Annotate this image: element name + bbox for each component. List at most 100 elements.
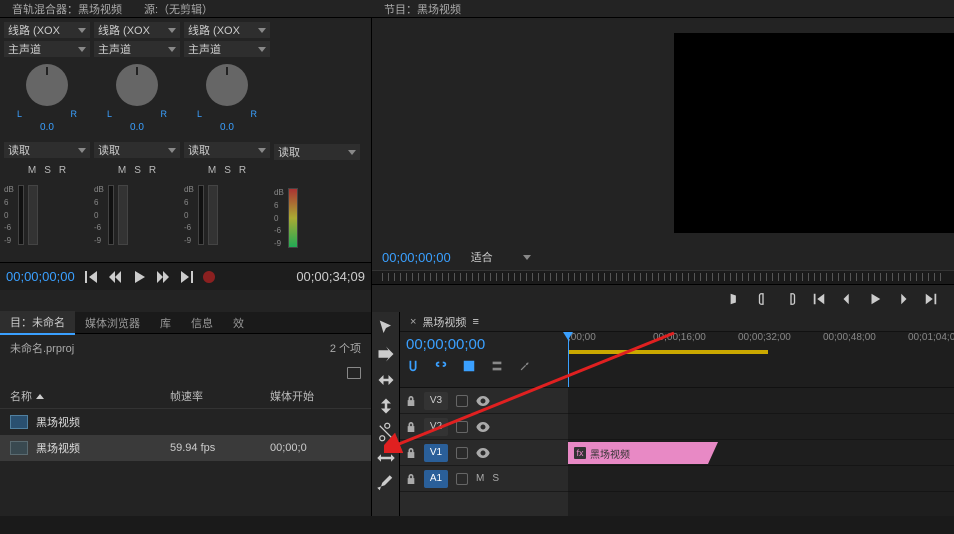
- mark-clip-button[interactable]: [784, 292, 798, 306]
- track-v1-lane[interactable]: fx 黑场视频: [568, 440, 954, 466]
- rate-stretch-tool[interactable]: [376, 396, 396, 416]
- pan-knob-3[interactable]: [206, 64, 248, 106]
- timeline-tab-menu-icon[interactable]: ≡: [472, 316, 478, 328]
- record-button-3[interactable]: R: [239, 165, 246, 176]
- column-start[interactable]: 媒体开始: [270, 388, 361, 404]
- snap-button[interactable]: [406, 359, 420, 376]
- pen-tool[interactable]: [376, 474, 396, 494]
- mute-toggle[interactable]: M: [476, 473, 484, 484]
- pan-value-2[interactable]: 0.0: [130, 122, 144, 133]
- pan-value-3[interactable]: 0.0: [220, 122, 234, 133]
- track-label-a1[interactable]: A1: [424, 470, 448, 488]
- automation-select-3[interactable]: 读取: [184, 142, 270, 158]
- program-timecode[interactable]: 00;00;00;00: [382, 250, 451, 265]
- mute-button-2[interactable]: M: [118, 165, 126, 176]
- track-label-v3[interactable]: V3: [424, 392, 448, 410]
- play-button[interactable]: [131, 269, 147, 285]
- project-row[interactable]: 黑场视频 59.94 fps 00;00;0: [0, 435, 371, 461]
- mark-in-button[interactable]: [728, 292, 742, 306]
- route-select-1[interactable]: 线路 (XOX: [4, 22, 90, 38]
- lock-icon[interactable]: [406, 395, 416, 407]
- timeline-ruler[interactable]: ;00;0000;00;16;0000;00;32;0000;00;48;000…: [568, 332, 954, 387]
- solo-button-1[interactable]: S: [44, 165, 51, 176]
- timeline-tab[interactable]: 黑场视频: [422, 314, 466, 330]
- solo-button-2[interactable]: S: [134, 165, 141, 176]
- lock-icon[interactable]: [406, 473, 416, 485]
- zoom-select[interactable]: 适合: [463, 247, 539, 267]
- tab-media-browser[interactable]: 媒体浏览器: [75, 312, 150, 334]
- timeline-settings-button[interactable]: [490, 359, 504, 376]
- solo-toggle[interactable]: S: [492, 473, 499, 484]
- lock-icon[interactable]: [406, 421, 416, 433]
- ripple-edit-tool[interactable]: [376, 370, 396, 390]
- eye-icon[interactable]: [476, 396, 490, 406]
- go-to-in-button[interactable]: [83, 269, 99, 285]
- record-button-1[interactable]: R: [59, 165, 66, 176]
- slip-tool[interactable]: [376, 448, 396, 468]
- track-toggle[interactable]: [456, 447, 468, 459]
- go-to-in-button[interactable]: [812, 292, 826, 306]
- record-button-2[interactable]: R: [149, 165, 156, 176]
- step-back-button[interactable]: [107, 269, 123, 285]
- loop-play-button[interactable]: [155, 269, 171, 285]
- automation-select-master[interactable]: 读取: [274, 144, 360, 160]
- tab-project[interactable]: 目：未命名: [0, 311, 75, 335]
- channel-select-1[interactable]: 主声道: [4, 41, 90, 57]
- razor-tool[interactable]: [376, 422, 396, 442]
- tab-source[interactable]: 源:（无剪辑）: [138, 0, 219, 19]
- tab-libraries[interactable]: 库: [150, 312, 181, 334]
- tab-program[interactable]: 节目：黑场视频: [378, 0, 467, 19]
- linked-selection-button[interactable]: [434, 359, 448, 376]
- track-header-v3[interactable]: V3: [400, 388, 568, 414]
- track-select-tool[interactable]: [376, 344, 396, 364]
- tab-mixer[interactable]: 音轨混合器：黑场视频: [6, 0, 128, 19]
- fader-3[interactable]: [198, 185, 204, 245]
- route-select-2[interactable]: 线路 (XOX: [94, 22, 180, 38]
- selection-tool[interactable]: [376, 318, 396, 338]
- playhead[interactable]: [568, 332, 569, 387]
- wrench-button[interactable]: [518, 359, 532, 376]
- pan-knob-1[interactable]: [26, 64, 68, 106]
- automation-select-1[interactable]: 读取: [4, 142, 90, 158]
- track-header-v1[interactable]: V1: [400, 440, 568, 466]
- lock-icon[interactable]: [406, 447, 416, 459]
- track-header-v2[interactable]: V2: [400, 414, 568, 440]
- track-toggle[interactable]: [456, 421, 468, 433]
- program-ruler[interactable]: [372, 270, 954, 284]
- record-button[interactable]: [203, 271, 215, 283]
- column-fps[interactable]: 帧速率: [170, 388, 270, 404]
- track-v2-lane[interactable]: [568, 414, 954, 440]
- track-label-v2[interactable]: V2: [424, 418, 448, 436]
- track-v3-lane[interactable]: [568, 388, 954, 414]
- track-a1-lane[interactable]: [568, 466, 954, 492]
- column-name[interactable]: 名称: [10, 388, 170, 404]
- go-to-out-button[interactable]: [924, 292, 938, 306]
- timeline-clip[interactable]: fx 黑场视频: [568, 442, 708, 464]
- track-header-a1[interactable]: A1 M S: [400, 466, 568, 492]
- automation-select-2[interactable]: 读取: [94, 142, 180, 158]
- mute-button-1[interactable]: M: [28, 165, 36, 176]
- program-viewer[interactable]: [674, 33, 954, 233]
- route-select-3[interactable]: 线路 (XOX: [184, 22, 270, 38]
- step-back-button[interactable]: [840, 292, 854, 306]
- timeline-timecode[interactable]: 00;00;00;00: [406, 336, 562, 353]
- track-toggle[interactable]: [456, 395, 468, 407]
- mute-button-3[interactable]: M: [208, 165, 216, 176]
- go-to-out-button[interactable]: [179, 269, 195, 285]
- project-row[interactable]: 黑场视频: [0, 409, 371, 435]
- track-toggle[interactable]: [456, 473, 468, 485]
- fader-2[interactable]: [108, 185, 114, 245]
- pan-knob-2[interactable]: [116, 64, 158, 106]
- track-label-v1[interactable]: V1: [424, 444, 448, 462]
- bin-icon[interactable]: [347, 367, 361, 379]
- mixer-timecode[interactable]: 00;00;00;00: [6, 269, 75, 284]
- step-forward-button[interactable]: [896, 292, 910, 306]
- in-out-range[interactable]: [568, 350, 768, 354]
- mark-out-button[interactable]: [756, 292, 770, 306]
- solo-button-3[interactable]: S: [224, 165, 231, 176]
- fader-1[interactable]: [18, 185, 24, 245]
- add-marker-button[interactable]: [462, 359, 476, 376]
- tab-effects[interactable]: 效: [223, 312, 254, 334]
- close-tab-icon[interactable]: ×: [410, 316, 416, 328]
- channel-select-2[interactable]: 主声道: [94, 41, 180, 57]
